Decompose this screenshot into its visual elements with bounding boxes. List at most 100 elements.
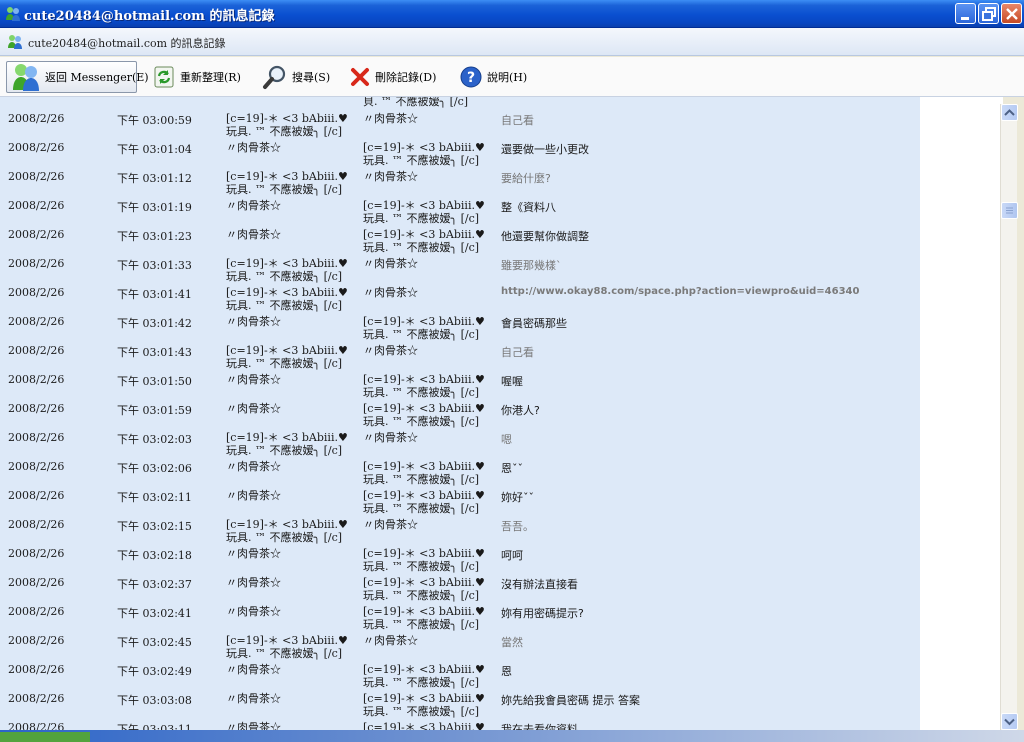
- message-sender: 〃肉骨茶☆: [226, 199, 281, 212]
- message-recipient: 〃肉骨茶☆: [363, 170, 418, 183]
- message-recipient: [c=19]-＊ <3 bAbiii.♥玩具. ™ 不應被嫒╮ [/c]: [363, 199, 485, 225]
- message-time: 下午 03:01:19: [117, 201, 192, 214]
- message-date: 2008/2/26: [8, 547, 65, 560]
- message-recipient: [c=19]-＊ <3 bAbiii.♥玩具. ™ 不應被嫒╮ [/c]: [363, 460, 485, 486]
- message-date: 2008/2/26: [8, 576, 65, 589]
- refresh-icon: [154, 66, 174, 88]
- help-button-label: 說明(H): [487, 71, 528, 84]
- scroll-up-button[interactable]: [1001, 104, 1018, 121]
- message-row: 2008/2/26 下午 03:02:03 [c=19]-＊ <3 bAbiii.♥…: [0, 431, 920, 460]
- message-date: 2008/2/26: [8, 199, 65, 212]
- message-text: 呵呵: [501, 549, 523, 562]
- message-time: 下午 03:02:18: [117, 549, 192, 562]
- message-row: 2008/2/26 下午 03:02:11 〃肉骨茶☆ [c=19]-＊ <3 bAb…: [0, 489, 920, 518]
- close-button[interactable]: [1001, 3, 1022, 24]
- search-icon: [263, 65, 286, 89]
- history-header-title: cute20484@hotmail.com 的訊息記錄: [28, 37, 226, 50]
- message-recipient: [c=19]-＊ <3 bAbiii.♥玩具. ™ 不應被嫒╮ [/c]: [363, 692, 485, 718]
- message-recipient: [c=19]-＊ <3 bAbiii.♥玩具. ™ 不應被嫒╮ [/c]: [363, 721, 485, 730]
- message-time: 下午 03:02:37: [117, 578, 192, 591]
- message-text: 自己看: [501, 114, 534, 127]
- message-row: 2008/2/26 下午 03:02:06 〃肉骨茶☆ [c=19]-＊ <3 bAb…: [0, 460, 920, 489]
- message-recipient: 〃肉骨茶☆: [363, 286, 418, 299]
- message-text: 雖要那幾樣`: [501, 259, 562, 272]
- message-recipient: 〃肉骨茶☆: [363, 344, 418, 357]
- chevron-up-icon: [1004, 109, 1015, 116]
- message-sender: [c=19]-＊ <3 bAbiii.♥玩具. ™ 不應被嫒╮ [/c]: [226, 634, 348, 660]
- message-text: 嗯: [501, 433, 512, 446]
- message-row: 2008/2/26 下午 03:01:33 [c=19]-＊ <3 bAbiii.♥…: [0, 257, 920, 286]
- message-row: 2008/2/26 下午 03:02:49 〃肉骨茶☆ [c=19]-＊ <3 bAb…: [0, 663, 920, 692]
- message-text: 妳有用密碼提示?: [501, 607, 584, 620]
- message-date: 2008/2/26: [8, 402, 65, 415]
- message-time: 下午 03:01:59: [117, 404, 192, 417]
- vertical-scrollbar[interactable]: [1000, 104, 1018, 730]
- message-recipient: [c=19]-＊ <3 bAbiii.♥玩具. ™ 不應被嫒╮ [/c]: [363, 402, 485, 428]
- message-recipient: 〃肉骨茶☆: [363, 431, 418, 444]
- message-date: 2008/2/26: [8, 228, 65, 241]
- restore-icon: [982, 7, 996, 21]
- window-title: cute20484@hotmail.com 的訊息記錄: [24, 9, 275, 24]
- message-recipient: [c=19]-＊ <3 bAbiii.♥玩具. ™ 不應被嫒╮ [/c]: [363, 489, 485, 515]
- message-time: 下午 03:02:06: [117, 462, 192, 475]
- message-recipient: [c=19]-＊ <3 bAbiii.♥玩具. ™ 不應被嫒╮ [/c]: [363, 315, 485, 341]
- message-date: 2008/2/26: [8, 692, 65, 705]
- search-button[interactable]: 搜尋(S): [258, 61, 334, 93]
- message-row: 2008/2/26 下午 03:02:18 〃肉骨茶☆ [c=19]-＊ <3 bAb…: [0, 547, 920, 576]
- message-sender: 〃肉骨茶☆: [226, 605, 281, 618]
- help-icon: ?: [460, 66, 482, 88]
- message-sender: [c=19]-＊ <3 bAbiii.♥玩具. ™ 不應被嫒╮ [/c]: [226, 170, 348, 196]
- message-time: 下午 03:01:33: [117, 259, 192, 272]
- message-time: 下午 03:02:45: [117, 636, 192, 649]
- message-row: 2008/2/26 下午 03:01:04 〃肉骨茶☆ [c=19]-＊ <3 bAb…: [0, 141, 920, 170]
- message-date: 2008/2/26: [8, 141, 65, 154]
- messenger-history-window: cute20484@hotmail.com 的訊息記錄 cute20484@ho…: [0, 0, 1024, 742]
- delete-button-label: 刪除記錄(D): [375, 71, 437, 84]
- message-time: 下午 03:02:11: [117, 491, 192, 504]
- message-time: 下午 03:02:15: [117, 520, 192, 533]
- search-button-label: 搜尋(S): [292, 71, 331, 84]
- messenger-buddies-icon: [13, 64, 39, 91]
- message-recipient: [c=19]-＊ <3 bAbiii.♥玩具. ™ 不應被嫒╮ [/c]: [363, 605, 485, 631]
- message-date: 2008/2/26: [8, 257, 65, 270]
- message-time: 下午 03:01:23: [117, 230, 192, 243]
- restore-button[interactable]: [978, 3, 999, 24]
- taskbar-strip: [0, 730, 1024, 742]
- message-sender: [c=19]-＊ <3 bAbiii.♥玩具. ™ 不應被嫒╮ [/c]: [226, 112, 348, 138]
- message-sender: [c=19]-＊ <3 bAbiii.♥玩具. ™ 不應被嫒╮ [/c]: [226, 518, 348, 544]
- message-sender: 〃肉骨茶☆: [226, 663, 281, 676]
- scroll-down-button[interactable]: [1001, 713, 1018, 730]
- messenger-buddies-icon: [6, 7, 20, 21]
- message-row: 2008/2/26 下午 03:01:12 [c=19]-＊ <3 bAbiii.♥…: [0, 170, 920, 199]
- message-text: 妳先給我會員密碼 提示 答案: [501, 694, 640, 707]
- help-button[interactable]: ? 說明(H): [455, 61, 533, 93]
- delete-history-button[interactable]: 刪除記錄(D): [345, 61, 445, 93]
- message-date: 2008/2/26: [8, 605, 65, 618]
- message-recipient: [c=19]-＊ <3 bAbiii.♥玩具. ™ 不應被嫒╮ [/c]: [363, 547, 485, 573]
- message-history-list[interactable]: 貝. ™ 不應被嫒╮ [/c] 2008/2/26 下午 03:00:59 [c=1…: [0, 97, 1003, 730]
- message-sender: 〃肉骨茶☆: [226, 402, 281, 415]
- message-text: 還要做一些小更改: [501, 143, 589, 156]
- message-text: 自己看: [501, 346, 534, 359]
- back-to-messenger-button[interactable]: 返回 Messenger(E): [6, 61, 149, 93]
- message-date: 2008/2/26: [8, 286, 65, 299]
- message-row: 2008/2/26 下午 03:01:41 [c=19]-＊ <3 bAbiii.♥…: [0, 286, 920, 315]
- message-recipient: 〃肉骨茶☆: [363, 257, 418, 270]
- message-text: 當然: [501, 636, 523, 649]
- scrollbar-thumb[interactable]: [1001, 202, 1018, 219]
- message-sender: 〃肉骨茶☆: [226, 315, 281, 328]
- message-recipient: [c=19]-＊ <3 bAbiii.♥玩具. ™ 不應被嫒╮ [/c]: [363, 228, 485, 254]
- message-sender: [c=19]-＊ <3 bAbiii.♥玩具. ™ 不應被嫒╮ [/c]: [226, 344, 348, 370]
- message-recipient: 〃肉骨茶☆: [363, 518, 418, 531]
- message-time: 下午 03:01:04: [117, 143, 192, 156]
- message-time: 下午 03:02:49: [117, 665, 192, 678]
- message-row: 2008/2/26 下午 03:01:59 〃肉骨茶☆ [c=19]-＊ <3 bAb…: [0, 402, 920, 431]
- message-sender: 〃肉骨茶☆: [226, 228, 281, 241]
- message-text: 妳好ˇˇ: [501, 491, 534, 504]
- title-bar[interactable]: cute20484@hotmail.com 的訊息記錄: [0, 0, 1024, 28]
- message-date: 2008/2/26: [8, 112, 65, 125]
- message-text: 要給什麼?: [501, 172, 551, 185]
- message-time: 下午 03:01:42: [117, 317, 192, 330]
- minimize-button[interactable]: [955, 3, 976, 24]
- refresh-button[interactable]: 重新整理(R): [148, 61, 248, 93]
